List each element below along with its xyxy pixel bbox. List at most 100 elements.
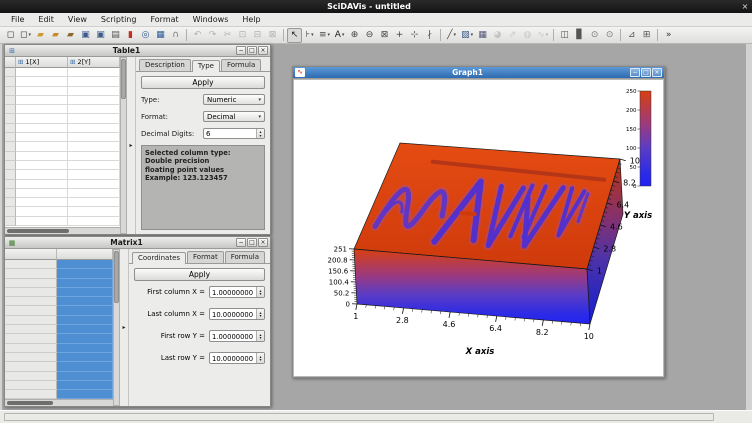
table-cell[interactable] [16,133,68,142]
matrix-cell[interactable] [57,381,113,390]
table-cell[interactable] [68,207,120,216]
pointer-button[interactable]: ↖ [287,28,302,43]
table-cell[interactable] [68,87,120,96]
table-cell[interactable] [68,105,120,114]
table-cell[interactable] [68,68,120,77]
decimal-digits-spinbox[interactable]: 6 ▴▾ [203,128,265,139]
save-project-button[interactable]: ▣ [78,28,93,43]
table1-close-button[interactable]: × [258,46,268,55]
new-project-button[interactable]: ◻ [3,28,18,43]
plot-3d-surface[interactable]: 12.84.66.48.21012.84.66.48.210251200.815… [293,79,664,377]
matrix1-apply-button[interactable]: Apply [134,268,265,281]
menu-format[interactable]: Format [143,14,185,25]
matrix1-vscrollbar[interactable] [113,249,120,406]
zoom-mode-dropdown-button[interactable]: ⊦▾ [302,28,317,43]
matrix-cell[interactable] [57,316,113,325]
last-column-x-field[interactable]: 10.0000000▴▾ [209,308,265,320]
new-graph-button[interactable]: ◫ [557,28,572,43]
matrix1-titlebar[interactable]: ▦ Matrix1 − □ × [5,237,270,249]
matrix-cell[interactable] [57,260,113,269]
column-header-1[x][interactable]: ⊞1[X] [16,57,68,68]
spin-down-icon[interactable]: ▾ [259,292,261,296]
duplicate-window-button[interactable]: ⊙ [587,28,602,43]
add-curve-dropdown-button[interactable]: ▨▾ [459,28,475,43]
graph1-minimize-button[interactable]: − [630,68,640,77]
table-cell[interactable] [68,77,120,86]
matrix-cell[interactable] [57,353,113,362]
matrix-cell[interactable] [57,325,113,334]
table-cell[interactable] [16,105,68,114]
table1-vscrollbar[interactable] [120,57,127,234]
matrix-cell[interactable] [57,306,113,315]
matrix-cell[interactable] [57,269,113,278]
format-combo[interactable]: Decimal▾ [203,111,265,122]
matrix-cell[interactable] [57,279,113,288]
plot-style-dropdown-button[interactable]: ≡▾ [317,28,332,43]
table-cell[interactable] [16,114,68,123]
graph1-titlebar[interactable]: ∿ Graph1 − □ × [293,67,664,79]
menu-help[interactable]: Help [235,14,267,25]
new-aspect-dropdown-button[interactable]: ◻▾ [18,28,33,43]
table-cell[interactable] [16,170,68,179]
table-cell[interactable] [68,198,120,207]
table-cell[interactable] [16,207,68,216]
project-explorer-button[interactable]: ◎ [138,28,153,43]
open-template-button[interactable]: ▰ [48,28,63,43]
menu-view[interactable]: View [61,14,94,25]
table-cell[interactable] [16,124,68,133]
matrix-cell[interactable] [57,288,113,297]
lock-toolbars-button[interactable]: ∩ [168,28,183,43]
graph1-maximize-button[interactable]: □ [641,68,651,77]
table-cell[interactable] [16,198,68,207]
menu-edit[interactable]: Edit [31,14,61,25]
table-statistics-button[interactable]: ⊿ [624,28,639,43]
table-cell[interactable] [68,217,120,226]
matrix1-tab-format[interactable]: Format [187,251,224,263]
open-project-button[interactable]: ▰ [33,28,48,43]
layer-options-button[interactable]: ⊙ [602,28,617,43]
spin-down-icon[interactable]: ▾ [259,336,261,340]
table1-titlebar[interactable]: ⊞ Table1 − □ × [5,45,270,57]
table1-hscrollbar[interactable] [5,227,120,234]
matrix1-minimize-button[interactable]: − [236,238,246,247]
table-cell[interactable] [68,161,120,170]
table-cell[interactable] [16,152,68,161]
table1-maximize-button[interactable]: □ [247,46,257,55]
table-cell[interactable] [68,152,120,161]
table-cell[interactable] [68,189,120,198]
matrix-cell[interactable] [57,297,113,306]
matrix1-hscrollbar[interactable] [5,399,113,406]
first-column-x-field[interactable]: 1.00000000▴▾ [209,286,265,298]
last-row-y-field[interactable]: 10.0000000▴▾ [209,352,265,364]
menu-scripting[interactable]: Scripting [94,14,144,25]
table1-tab-type[interactable]: Type [192,60,220,72]
table1-tab-formula[interactable]: Formula [221,59,261,71]
add-column-button[interactable]: ⊞ [639,28,654,43]
data-reader-button[interactable]: ⊹ [407,28,422,43]
screen-reader-button[interactable]: + [392,28,407,43]
menu-windows[interactable]: Windows [186,14,236,25]
table1-minimize-button[interactable]: − [236,46,246,55]
new-table-button[interactable]: ▦ [153,28,168,43]
zoom-in-button[interactable]: ⊕ [347,28,362,43]
app-close-icon[interactable]: × [738,2,752,11]
table-cell[interactable] [16,77,68,86]
zoom-out-button[interactable]: ⊖ [362,28,377,43]
menu-file[interactable]: File [4,14,31,25]
select-range-button[interactable]: ∤ [422,28,437,43]
matrix1-tab-coordinates[interactable]: Coordinates [132,252,186,264]
table-cell[interactable] [16,68,68,77]
print-button[interactable]: ▤ [108,28,123,43]
table-cell[interactable] [68,96,120,105]
table1-apply-button[interactable]: Apply [141,76,265,89]
new-note-button[interactable]: ▊ [572,28,587,43]
import-ascii-button[interactable]: ▰ [63,28,78,43]
table-cell[interactable] [16,189,68,198]
matrix1-close-button[interactable]: × [258,238,268,247]
table-cell[interactable] [68,124,120,133]
add-text-dropdown-button[interactable]: A▾ [332,28,347,43]
rescale-show-all-button[interactable]: ⊠ [377,28,392,43]
add-image-button[interactable]: ▦ [475,28,490,43]
graph1-close-button[interactable]: × [652,68,662,77]
matrix-cell[interactable] [57,334,113,343]
